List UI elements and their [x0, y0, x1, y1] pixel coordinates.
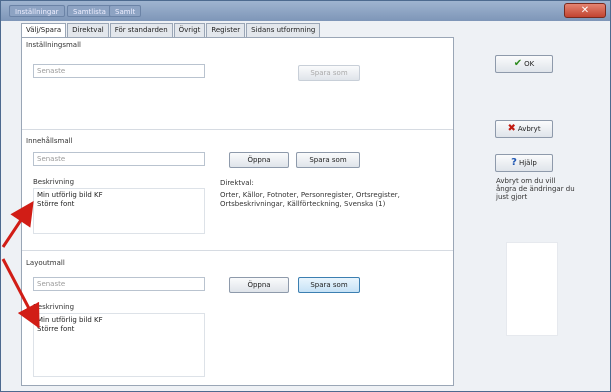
innehallsmall-open-button[interactable]: Öppna — [229, 152, 289, 168]
cancel-label: Avbryt — [517, 125, 541, 133]
layoutmall-input[interactable]: Senaste — [33, 277, 205, 291]
tab-direktval[interactable]: Direktval — [67, 23, 109, 37]
tab-bar: Välj/Spara Direktval För standarden Övri… — [21, 23, 321, 38]
tab-panel: Inställningsmall Senaste Spara som Inneh… — [21, 37, 454, 386]
question-icon: ? — [511, 157, 517, 168]
tab-ovrigt[interactable]: Övrigt — [173, 23, 206, 37]
titlebar-tab-samtlista[interactable]: Samtlista — [67, 5, 112, 17]
cancel-help-note: Avbryt om du vill ångra de ändringar du … — [496, 177, 575, 201]
layoutmall-description-label: Beskrivning — [33, 303, 75, 311]
titlebar-tab-samlt[interactable]: Samlt — [109, 5, 142, 17]
tab-for-standarden[interactable]: För standarden — [109, 23, 173, 37]
installningsmall-input[interactable]: Senaste — [33, 64, 205, 78]
layoutmall-description[interactable]: Min utförlig bild KF Större font — [33, 313, 205, 377]
ok-label: OK — [524, 60, 535, 68]
direktval-label: Direktval: — [220, 179, 254, 187]
tab-valj-spara[interactable]: Välj/Spara — [21, 23, 67, 38]
tab-sidans-utformning[interactable]: Sidans utformning — [246, 23, 321, 37]
ok-button[interactable]: ✔ OK — [495, 55, 553, 73]
close-button[interactable]: ✕ — [564, 3, 606, 18]
preview-area — [506, 242, 558, 336]
section-divider — [22, 129, 453, 130]
section-divider — [22, 250, 453, 251]
innehallsmall-input[interactable]: Senaste — [33, 152, 205, 166]
innehallsmall-save-button[interactable]: Spara som — [296, 152, 360, 168]
installningsmall-label: Inställningsmall — [26, 41, 81, 49]
checkmark-icon: ✔ — [513, 58, 523, 69]
help-label: Hjälp — [518, 159, 537, 167]
innehallsmall-label: Innehållsmall — [26, 137, 73, 145]
layoutmall-save-button[interactable]: Spara som — [298, 277, 360, 293]
innehallsmall-description[interactable]: Min utförlig bild KF Större font — [33, 188, 205, 234]
layoutmall-label: Layoutmall — [26, 259, 65, 267]
innehallsmall-description-label: Beskrivning — [33, 178, 75, 186]
layoutmall-open-button[interactable]: Öppna — [229, 277, 289, 293]
cancel-button[interactable]: ✖ Avbryt — [495, 120, 553, 138]
titlebar-tab-installningar[interactable]: Inställningar — [9, 5, 65, 17]
direktval-summary: Orter, Källor, Fotnoter, Personregister,… — [220, 191, 400, 208]
installningsmall-save-button[interactable]: Spara som — [298, 65, 360, 81]
cross-icon: ✖ — [507, 123, 516, 134]
settings-window: Inställningar Samtlista Samlt ✕ Välj/Spa… — [0, 0, 611, 392]
title-bar: Inställningar Samtlista Samlt ✕ — [1, 1, 610, 21]
help-button[interactable]: ? Hjälp — [495, 154, 553, 172]
tab-register[interactable]: Register — [206, 23, 246, 37]
